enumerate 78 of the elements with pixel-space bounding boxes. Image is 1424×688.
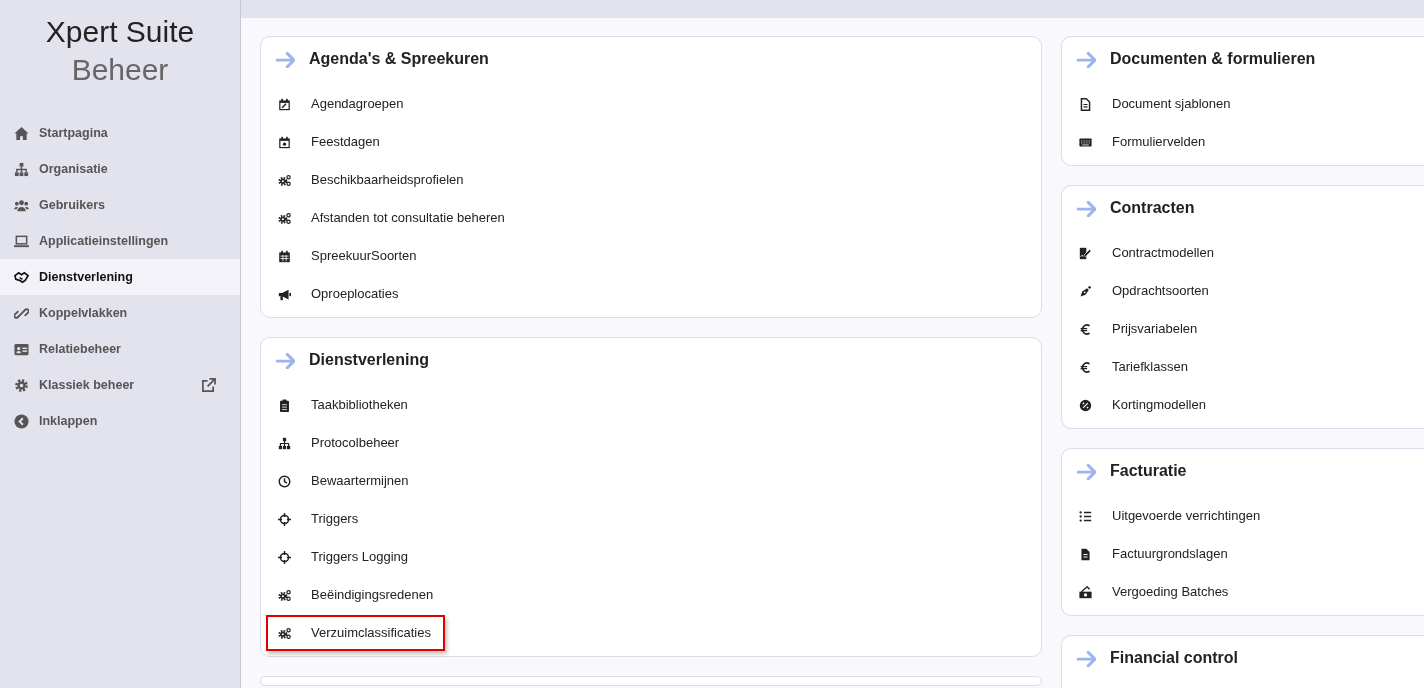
menu-link[interactable]: Opdrachtsoorten	[1062, 272, 1221, 310]
crosshair-icon	[278, 550, 291, 564]
clipboard-icon	[278, 398, 291, 412]
arrow-right-icon	[1076, 50, 1096, 68]
menu-link[interactable]: Triggers	[261, 500, 371, 538]
users-icon	[14, 197, 29, 213]
menu-link[interactable]: Tariefklassen	[1062, 348, 1200, 386]
calendar-icon	[278, 249, 291, 263]
menu-link[interactable]: Verzuimclassificaties	[266, 615, 445, 651]
document-pen-icon	[1079, 246, 1092, 260]
arrow-right-icon	[1076, 462, 1096, 480]
calendar-icon	[278, 135, 291, 149]
menu-link[interactable]: Beëindigingsredenen	[261, 576, 446, 614]
menu-link[interactable]: Vergoeding Batches	[1062, 573, 1241, 611]
sidebar-nav-item[interactable]: Klassiek beheer	[0, 367, 240, 403]
crosshair-icon	[278, 512, 291, 526]
sidebar-nav-item[interactable]: Relatiebeheer	[0, 331, 240, 367]
menu-link[interactable]: Agendagroepen	[261, 85, 416, 123]
menu-link[interactable]: Document sjablonen	[1062, 85, 1243, 123]
menu-link[interactable]: Afstanden tot consultatie beheren	[261, 199, 517, 237]
handshake-icon	[14, 269, 29, 285]
gears-icon	[278, 588, 291, 602]
sidebar-nav-item[interactable]: Koppelvlakken	[0, 295, 240, 331]
arrow-right-icon	[1076, 649, 1096, 667]
clock-icon	[278, 474, 291, 488]
menu-link[interactable]: Oproeplocaties	[261, 275, 411, 313]
list-icon	[1079, 509, 1092, 523]
menu-link[interactable]: Beschikbaarheidsprofielen	[261, 161, 476, 199]
menu-link[interactable]: Prijsvariabelen	[1062, 310, 1210, 348]
gears-icon	[278, 173, 291, 187]
euro-icon	[1079, 322, 1092, 336]
menu-link[interactable]: Contractmodellen	[1062, 234, 1226, 272]
percent-badge-icon	[1079, 398, 1092, 412]
calendar-icon	[278, 97, 291, 111]
menu-link[interactable]: Protocolbeheer	[261, 424, 412, 462]
app-subtitle: Beheer	[71, 52, 169, 88]
megaphone-icon	[278, 287, 291, 301]
menu-link[interactable]: SpreekuurSoorten	[261, 237, 429, 275]
euro-icon	[1079, 360, 1092, 374]
sidebar-nav-item[interactable]: Startpagina	[0, 115, 240, 151]
sitemap-icon	[278, 436, 291, 450]
menu-link[interactable]: Uitgevoerde verrichtingen	[1062, 497, 1273, 535]
card-title: Financial control	[1110, 648, 1238, 668]
sidebar-nav-item[interactable]: Organisatie	[0, 151, 240, 187]
card-title: Documenten & formulieren	[1110, 49, 1316, 69]
card-title: Dienstverlening	[309, 350, 430, 370]
document-icon	[1079, 97, 1092, 111]
card-title: Facturatie	[1110, 461, 1187, 481]
chevron-left-icon	[14, 413, 29, 429]
card-title: Agenda's & Spreekuren	[309, 49, 489, 69]
pen-icon	[1079, 284, 1092, 298]
menu-link[interactable]: Factuurgrondslagen	[1062, 535, 1240, 573]
sitemap-icon	[14, 161, 29, 177]
invoice-icon	[1079, 547, 1092, 561]
id-card-icon	[14, 341, 29, 357]
arrow-right-icon	[275, 351, 295, 369]
menu-link[interactable]: Formuliervelden	[1062, 123, 1218, 161]
menu-link[interactable]: Kortingmodellen	[1062, 386, 1218, 424]
menu-link[interactable]: Feestdagen	[261, 123, 392, 161]
card-title: Contracten	[1110, 198, 1195, 218]
menu-link[interactable]: Triggers Logging	[261, 538, 421, 576]
sidebar-nav-item[interactable]: Inklappen	[0, 403, 240, 439]
money-icon	[1079, 585, 1092, 599]
app-title: Xpert Suite	[45, 14, 195, 50]
keyboard-icon	[1079, 135, 1092, 149]
arrow-right-icon	[1076, 199, 1096, 217]
link-icon	[14, 305, 29, 321]
sidebar-nav-item[interactable]: Applicatieinstellingen	[0, 223, 240, 259]
gears-icon	[278, 211, 291, 225]
sidebar-nav-item[interactable]: Gebruikers	[0, 187, 240, 223]
menu-link[interactable]: Bewaartermijnen	[261, 462, 421, 500]
arrow-right-icon	[275, 50, 295, 68]
gears-icon	[278, 626, 291, 640]
sidebar-nav-item[interactable]: Dienstverlening	[0, 259, 240, 295]
gear-icon	[14, 377, 29, 393]
laptop-icon	[14, 233, 29, 249]
menu-link[interactable]: Taakbibliotheken	[261, 386, 420, 424]
home-icon	[14, 125, 29, 141]
